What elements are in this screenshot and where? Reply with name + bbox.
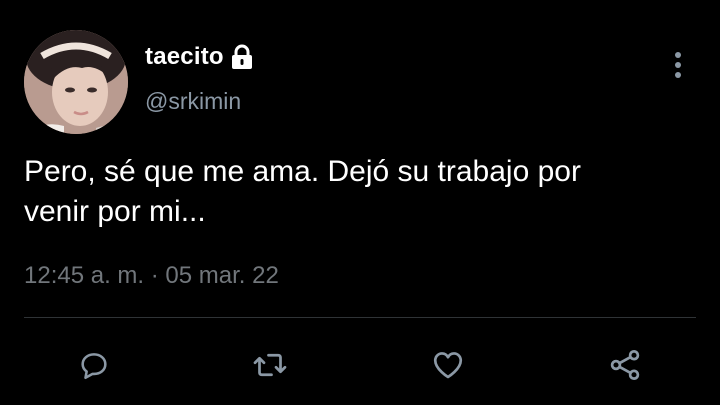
retweet-button[interactable] bbox=[251, 346, 289, 384]
meta-separator: · bbox=[150, 262, 159, 289]
share-button[interactable] bbox=[606, 346, 644, 384]
display-name[interactable]: taecito bbox=[145, 43, 224, 71]
tweet-detail: taecito @srkimin Pero, sé que me ama. De… bbox=[0, 0, 720, 405]
avatar-photo bbox=[24, 30, 128, 134]
avatar[interactable] bbox=[24, 30, 128, 134]
retweet-icon bbox=[253, 353, 287, 377]
comment-icon bbox=[81, 353, 107, 380]
reply-button[interactable] bbox=[75, 346, 113, 384]
tweet-date: 05 mar. 22 bbox=[165, 262, 279, 289]
tweet-text-line-2: venir por mi... bbox=[24, 195, 206, 228]
more-options-icon[interactable] bbox=[668, 50, 688, 80]
display-name-row: taecito bbox=[145, 42, 254, 72]
like-button[interactable] bbox=[429, 346, 467, 384]
user-handle[interactable]: @srkimin bbox=[145, 88, 241, 115]
tweet-text: Pero, sé que me ama. Dejó su trabajo por… bbox=[24, 152, 694, 232]
lock-icon bbox=[230, 44, 254, 70]
tweet-text-line-1: Pero, sé que me ama. Dejó su trabajo por bbox=[24, 155, 581, 188]
share-icon bbox=[610, 350, 640, 380]
tweet-time: 12:45 a. m. bbox=[24, 262, 145, 289]
tweet-timestamp[interactable]: 12:45 a. m. · 05 mar. 22 bbox=[24, 262, 279, 290]
heart-icon bbox=[433, 352, 463, 379]
divider bbox=[24, 317, 696, 318]
